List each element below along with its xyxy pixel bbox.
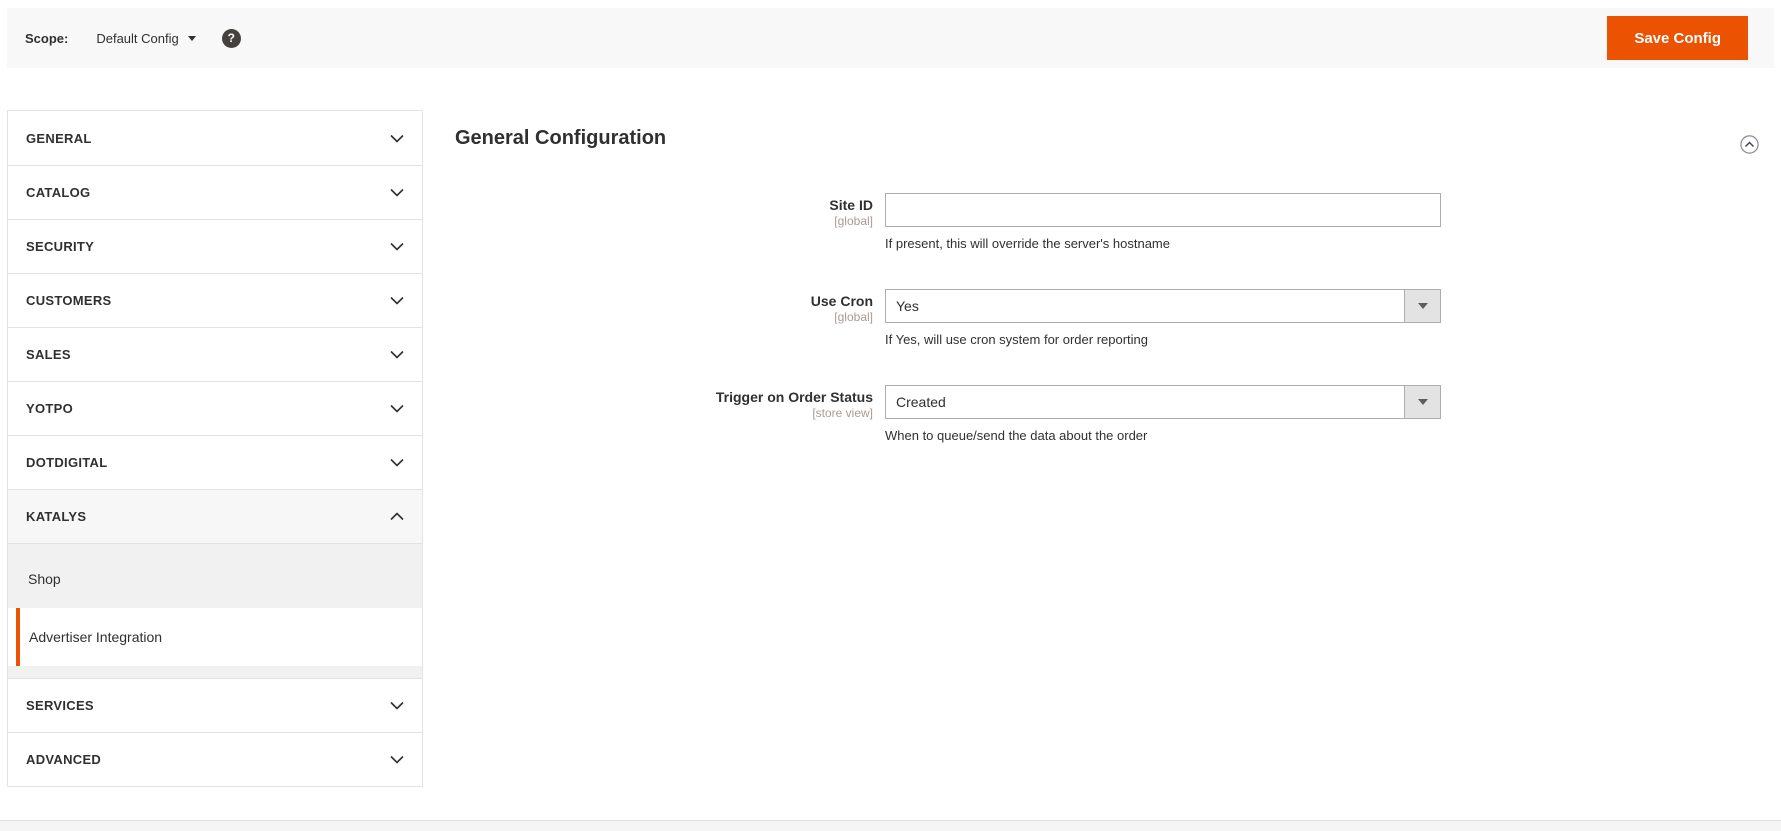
field-row-use-cron: Use Cron [global] Yes If Yes, will use c… [455,289,1760,348]
scope-switcher[interactable]: Default Config [96,30,196,46]
sidebar-item-security[interactable]: SECURITY [8,219,422,273]
katalys-submenu: Shop Advertiser Integration [8,543,422,678]
collapse-section-icon[interactable] [1740,135,1759,154]
sidebar-item-yotpo[interactable]: YOTPO [8,381,422,435]
sidebar-item-general[interactable]: GENERAL [8,111,422,165]
chevron-down-icon [390,134,404,143]
sidebar-item-advanced[interactable]: ADVANCED [8,732,422,786]
sidebar-item-customers[interactable]: CUSTOMERS [8,273,422,327]
field-scope: [global] [834,214,873,228]
field-scope: [store view] [812,406,873,420]
field-label: Trigger on Order Status [715,389,873,405]
sidebar-subitem-shop[interactable]: Shop [8,550,422,608]
config-panel: General Configuration Site ID [global] I… [455,110,1760,481]
chevron-down-icon [390,188,404,197]
chevron-up-icon [390,512,404,521]
site-id-input[interactable] [885,193,1441,227]
help-icon[interactable]: ? [221,28,241,48]
scope-value: Default Config [96,30,179,46]
field-note: When to queue/send the data about the or… [885,428,1148,443]
field-row-site-id: Site ID [global] If present, this will o… [455,193,1760,252]
config-nav-sidebar: GENERAL CATALOG SECURITY CUSTOMERS SALES… [7,110,423,787]
chevron-down-icon [390,242,404,251]
field-row-trigger-on-order-status: Trigger on Order Status [store view] Cre… [455,385,1760,444]
field-scope: [global] [834,310,873,324]
trigger-on-order-status-select[interactable]: Created [885,385,1441,419]
sidebar-item-sales[interactable]: SALES [8,327,422,381]
sidebar-item-catalog[interactable]: CATALOG [8,165,422,219]
select-arrow-icon [1404,290,1440,322]
select-arrow-icon [1404,386,1440,418]
chevron-down-icon [390,458,404,467]
save-config-button[interactable]: Save Config [1607,16,1748,60]
field-note: If present, this will override the serve… [885,236,1170,251]
field-note: If Yes, will use cron system for order r… [885,332,1149,347]
sidebar-item-katalys[interactable]: KATALYS [8,489,422,543]
chevron-down-icon [390,296,404,305]
field-label: Site ID [829,197,873,213]
scope-label: Scope: [25,30,69,46]
sidebar-item-services[interactable]: SERVICES [8,678,422,732]
chevron-down-icon [187,35,196,41]
use-cron-select[interactable]: Yes [885,289,1441,323]
sidebar-subitem-advertiser-integration[interactable]: Advertiser Integration [8,608,422,666]
chevron-down-icon [390,350,404,359]
scope-bar: Scope: Default Config ? Save Config [7,8,1774,68]
chevron-down-icon [390,755,404,764]
footer-bar [0,820,1781,831]
chevron-down-icon [390,404,404,413]
section-title: General Configuration [455,127,667,149]
sidebar-item-dotdigital[interactable]: DOTDIGITAL [8,435,422,489]
chevron-down-icon [390,701,404,710]
field-label: Use Cron [810,293,873,309]
